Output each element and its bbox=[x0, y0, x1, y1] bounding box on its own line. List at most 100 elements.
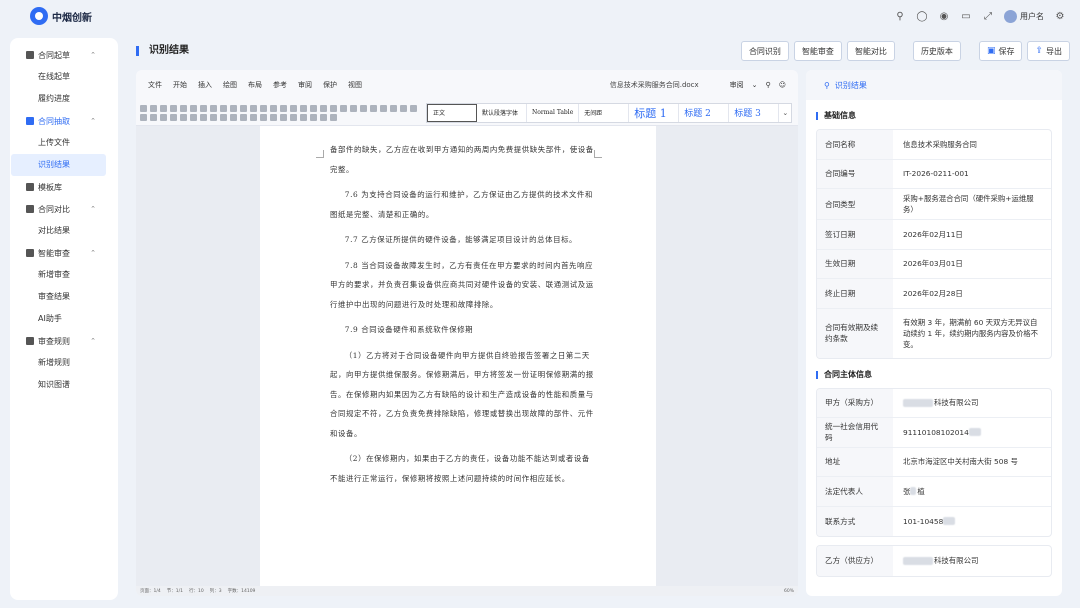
chevron-up-icon: ⌃ bbox=[90, 51, 96, 59]
sidebar-group-label: 审查规则 bbox=[38, 336, 70, 346]
history-version-button[interactable]: 历史版本 bbox=[912, 41, 961, 61]
document-canvas[interactable]: 备部件的缺失，乙方应在收到甲方通知的两周内免费提供缺失部件，使设备完整。 7.6… bbox=[136, 126, 798, 586]
user-icon[interactable]: ☺ bbox=[779, 81, 786, 89]
menu-file[interactable]: 文件 bbox=[148, 80, 162, 90]
style-normal[interactable]: 正文 bbox=[427, 103, 477, 122]
chevron-down-icon[interactable]: ⌄ bbox=[752, 81, 758, 89]
bell-icon[interactable]: ◉ bbox=[938, 10, 950, 22]
status-section: 节：1/1 bbox=[166, 589, 183, 594]
sidebar-group-rules[interactable]: 审查规则 ⌃ bbox=[10, 330, 118, 352]
menu-protect[interactable]: 保护 bbox=[323, 80, 337, 90]
table-row: 联系方式 101-10458 bbox=[817, 506, 1051, 536]
search-icon[interactable]: ⚲ bbox=[894, 10, 906, 22]
search-icon[interactable]: ⚲ bbox=[766, 81, 771, 89]
style-gallery-more[interactable]: ⌄ bbox=[779, 104, 791, 122]
style-no-spacing[interactable]: 无间距 bbox=[579, 103, 630, 122]
sidebar-group-compare[interactable]: 合同对比 ⌃ bbox=[10, 198, 118, 220]
tab-recognition-result[interactable]: ⚲ 识别结果 bbox=[806, 70, 1062, 100]
sidebar-item-compare-result[interactable]: 对比结果 bbox=[10, 220, 118, 242]
page-header: 识别结果 合同识别 智能审查 智能对比 历史版本 ▣ 保存 ⇪ 导出 bbox=[124, 38, 1070, 64]
save-label: 保存 bbox=[998, 46, 1015, 56]
fullscreen-icon[interactable]: ⤢ bbox=[982, 10, 994, 22]
sidebar-group-label: 合同对比 bbox=[38, 204, 70, 214]
style-gallery: 正文 默认段落字体 Normal Table 无间距 标题 1 标题 2 标题 … bbox=[426, 102, 793, 123]
export-button[interactable]: ⇪ 导出 bbox=[1027, 41, 1070, 61]
smart-compare-button[interactable]: 智能对比 bbox=[846, 41, 895, 61]
search-icon: ⚲ bbox=[824, 80, 830, 90]
contract-recognize-button[interactable]: 合同识别 bbox=[740, 41, 789, 61]
basic-info-table: 合同名称 信息技术采购服务合同 合同编号 IT-2026-0211-001 合同类型… bbox=[816, 129, 1052, 359]
status-wordcount: 字数：14109 bbox=[227, 589, 256, 594]
gear-icon[interactable]: ⚙ bbox=[1054, 10, 1066, 22]
grid-icon bbox=[26, 51, 34, 59]
top-bar: 中烟创新 ⚲ ◯ ◉ ▭ ⤢ 用户名 ⚙ bbox=[0, 0, 1080, 32]
result-panel: ⚲ 识别结果 基础信息 合同名称 信息技术采购服务合同 合同编号 IT-2026-0… bbox=[806, 70, 1062, 596]
doc-paragraph: 7.8 当合同设备故障发生时，乙方有责任在甲方要求的时间内首先响应甲方的要求，并… bbox=[330, 260, 594, 309]
doc-paragraph: 备部件的缺失，乙方应在收到甲方通知的两周内免费提供缺失部件，使设备完整。 bbox=[330, 145, 594, 174]
message-icon[interactable]: ◯ bbox=[916, 10, 928, 22]
sidebar-group-review[interactable]: 智能审查 ⌃ bbox=[10, 242, 118, 264]
style-default-font[interactable]: 默认段落字体 bbox=[477, 103, 527, 122]
sidebar-item-ai-assistant[interactable]: AI助手 bbox=[10, 308, 118, 330]
logo-text: 中烟创新 bbox=[52, 12, 92, 24]
menu-insert[interactable]: 插入 bbox=[198, 80, 212, 90]
save-button[interactable]: ▣ 保存 bbox=[978, 41, 1023, 61]
sidebar-item-knowledge-graph[interactable]: 知识图谱 bbox=[10, 374, 118, 396]
status-page: 页面：1/4 bbox=[140, 589, 161, 594]
style-heading-2[interactable]: 标题 2 bbox=[679, 103, 730, 122]
sidebar-group-draft[interactable]: 合同起草 ⌃ bbox=[10, 44, 118, 66]
document-page[interactable]: 备部件的缺失，乙方应在收到甲方通知的两周内免费提供缺失部件，使设备完整。 7.6… bbox=[260, 126, 656, 586]
menu-reference[interactable]: 参考 bbox=[273, 80, 287, 90]
table-row: 合同类型 采购+服务混合合同（硬件采购+运维服务） bbox=[817, 189, 1051, 220]
menu-review[interactable]: 审阅 bbox=[298, 80, 312, 90]
chevron-up-icon: ⌃ bbox=[90, 337, 96, 345]
logo[interactable]: 中烟创新 bbox=[30, 7, 92, 25]
sidebar-item-review-result[interactable]: 审查结果 bbox=[10, 286, 118, 308]
avatar bbox=[1004, 9, 1017, 23]
document-icon[interactable]: ▭ bbox=[960, 10, 972, 22]
style-normal-table[interactable]: Normal Table bbox=[527, 103, 580, 122]
sidebar-item-result[interactable]: 识别结果 bbox=[11, 154, 106, 176]
doc-paragraph: （1）乙方将对于合同设备硬件向甲方提供自终验报告签署之日第二天起，向甲方提供维保… bbox=[330, 350, 594, 438]
redacted-mask bbox=[968, 428, 981, 437]
compare-icon bbox=[26, 205, 34, 213]
doc-paragraph: 7.7 乙方保证所提供的硬件设备，能够满足项目设计的总体目标。 bbox=[344, 235, 578, 244]
review-mode-dropdown[interactable]: 审阅 bbox=[730, 80, 744, 90]
party-b-table: 乙方（供应方） 科技有限公司 bbox=[816, 545, 1052, 577]
chevron-up-icon: ⌃ bbox=[90, 117, 96, 125]
sidebar-item-online-draft[interactable]: 在线起草 bbox=[10, 66, 118, 88]
sidebar-group-template[interactable]: 模板库 bbox=[10, 176, 118, 198]
table-row: 统一社会信用代码 91110108102014 bbox=[817, 418, 1051, 448]
menu-layout[interactable]: 布局 bbox=[248, 80, 262, 90]
export-label: 导出 bbox=[1046, 46, 1062, 56]
template-icon bbox=[26, 183, 34, 191]
table-row: 签订日期 2026年02月11日 bbox=[817, 220, 1051, 250]
table-row: 生效日期 2026年03月01日 bbox=[817, 249, 1051, 279]
table-row: 合同有效期及续约条款 有效期 3 年，期满前 60 天双方无异议自动续约 1 年，… bbox=[817, 308, 1051, 358]
sidebar-group-label: 模板库 bbox=[38, 182, 62, 192]
table-row: 法定代表人张植 bbox=[817, 477, 1051, 507]
style-heading-3[interactable]: 标题 3 bbox=[729, 103, 780, 122]
party-a-table: 甲方（采购方） 科技有限公司 统一社会信用代码 91110108102014 地址北… bbox=[816, 387, 1052, 537]
sidebar-group-extract[interactable]: 合同抽取 ⌃ bbox=[10, 110, 118, 132]
menu-home[interactable]: 开始 bbox=[173, 80, 187, 90]
export-icon: ⇪ bbox=[1035, 46, 1043, 56]
zoom-level[interactable]: 60% bbox=[784, 589, 794, 594]
editor-statusbar: 页面：1/4 节：1/1 行：10 列：3 字数：14109 60% bbox=[136, 586, 798, 596]
menu-draw[interactable]: 绘图 bbox=[223, 80, 237, 90]
sidebar-item-new-review[interactable]: 新增审查 bbox=[10, 264, 118, 286]
user-menu[interactable]: 用户名 bbox=[1004, 9, 1044, 23]
format-tool-icons[interactable] bbox=[140, 104, 426, 121]
menu-view[interactable]: 视图 bbox=[348, 80, 362, 90]
smart-review-button[interactable]: 智能审查 bbox=[793, 41, 842, 61]
sidebar-item-upload[interactable]: 上传文件 bbox=[10, 132, 118, 154]
sidebar-group-label: 合同抽取 bbox=[38, 116, 70, 126]
sidebar-item-progress[interactable]: 履约进度 bbox=[10, 88, 118, 110]
table-row: 乙方（供应方） 科技有限公司 bbox=[817, 546, 1051, 576]
style-heading-1[interactable]: 标题 1 bbox=[629, 103, 680, 122]
status-column: 列：3 bbox=[209, 589, 222, 594]
doc-paragraph: 7.6 为支持合同设备的运行和维护，乙方保证由乙方提供的技术文件和图纸是完整、清… bbox=[330, 190, 594, 219]
document-filename: 信息技术采购服务合同.docx bbox=[609, 81, 699, 89]
section-basic-info: 基础信息 bbox=[816, 112, 1062, 120]
sidebar-item-new-rule[interactable]: 新增规则 bbox=[10, 352, 118, 374]
